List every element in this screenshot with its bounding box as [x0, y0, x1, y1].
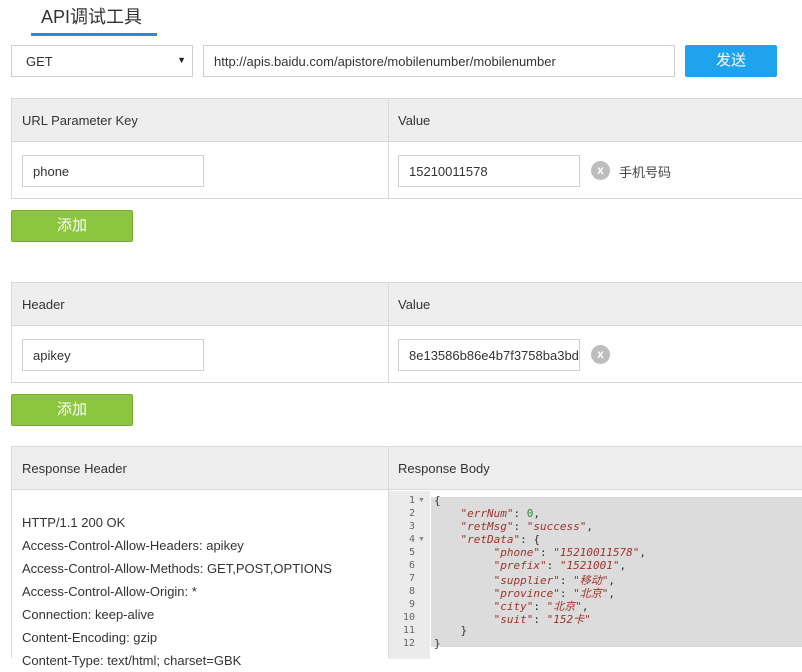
line-number: 12 — [402, 638, 415, 649]
code-token: { — [434, 494, 441, 507]
code-line: } — [434, 637, 441, 650]
response-header-line: Access-Control-Allow-Methods: GET,POST,O… — [22, 561, 332, 576]
response-header-line: Content-Encoding: gzip — [22, 630, 158, 645]
header-key-column-header: Header — [22, 297, 65, 312]
code-line: "retData": { — [460, 533, 540, 546]
code-token: } — [460, 624, 468, 637]
code-token: "phone" — [493, 546, 540, 559]
response-header-line: Connection: keep-alive — [22, 607, 155, 622]
column-divider — [388, 283, 389, 382]
line-number: 9 — [408, 599, 415, 610]
header-value-value: 8e13586b86e4b7f3758ba3bd — [409, 348, 579, 363]
code-token: } — [434, 637, 441, 650]
response-table-header: Response Header Response Body — [12, 447, 802, 490]
header-key-input[interactable]: apikey — [22, 339, 204, 371]
url-params-header: URL Parameter Key Value — [12, 99, 802, 142]
header-key-value: apikey — [33, 348, 71, 363]
tab-api-debug-tool[interactable]: API调试工具 — [31, 0, 157, 36]
response-header-line: HTTP/1.1 200 OK — [22, 515, 126, 530]
chevron-down-icon: ▼ — [177, 55, 186, 65]
clear-icon[interactable]: x — [591, 345, 610, 364]
response-header-line: Access-Control-Allow-Headers: apikey — [22, 538, 244, 553]
url-input[interactable]: http://apis.baidu.com/apistore/mobilenum… — [203, 45, 675, 77]
response-body-editor[interactable]: 1 ▼ 2 3 4 ▼ 5 6 7 8 9 10 11 12 { "errNum… — [389, 491, 802, 659]
line-number: 10 — [402, 612, 415, 623]
method-select[interactable]: GET ▼ — [11, 45, 193, 77]
param-value-input[interactable]: 15210011578 — [398, 155, 580, 187]
code-token: "retMsg" — [460, 520, 514, 533]
param-key-value: phone — [33, 164, 70, 179]
line-number: 3 — [408, 521, 415, 532]
fold-arrow-icon[interactable]: ▼ — [418, 497, 425, 504]
url-value: http://apis.baidu.com/apistore/mobilenum… — [214, 54, 556, 69]
line-number: 7 — [408, 573, 415, 584]
send-button[interactable]: 发送 — [685, 45, 777, 77]
code-token: "1521001" — [559, 559, 620, 572]
tab-label: API调试工具 — [41, 7, 143, 27]
response-body-column-header: Response Body — [398, 461, 490, 476]
param-description: 手机号码 — [619, 165, 672, 180]
code-token: { — [533, 533, 540, 546]
code-line: } — [434, 624, 468, 637]
url-params-table: URL Parameter Key Value phone 1521001157… — [11, 98, 802, 199]
param-key-input[interactable]: phone — [22, 155, 204, 187]
code-line: "prefix": "1521001", — [493, 559, 627, 572]
request-headers-table: Header Value apikey 8e13586b86e4b7f3758b… — [11, 282, 802, 383]
line-number: 11 — [402, 625, 415, 636]
line-number: 2 — [408, 508, 415, 519]
header-value-column-header: Value — [398, 297, 431, 312]
response-header-line: Access-Control-Allow-Origin: * — [22, 584, 197, 599]
line-number: 6 — [408, 560, 415, 571]
code-line: "phone": "15210011578", — [493, 546, 646, 559]
add-param-button[interactable]: 添加 — [11, 210, 133, 242]
param-value-value: 15210011578 — [409, 164, 488, 179]
response-header-column-header: Response Header — [22, 461, 127, 476]
code-token: "prefix" — [493, 559, 547, 572]
code-line: "errNum": 0, — [460, 507, 540, 520]
header-value-input[interactable]: 8e13586b86e4b7f3758ba3bd — [398, 339, 580, 371]
code-token: "success" — [526, 520, 587, 533]
code-token: "retData" — [460, 533, 521, 546]
column-divider — [388, 99, 389, 198]
method-value: GET — [26, 54, 53, 69]
add-header-button[interactable]: 添加 — [11, 394, 133, 426]
line-number: 1 — [408, 495, 415, 506]
param-key-column-header: URL Parameter Key — [22, 113, 138, 128]
param-value-column-header: Value — [398, 113, 431, 128]
response-header-list: HTTP/1.1 200 OK Access-Control-Allow-Hea… — [22, 511, 332, 672]
code-token: "errNum" — [460, 507, 514, 520]
response-header-line: Content-Type: text/html; charset=GBK — [22, 653, 242, 668]
code-token: "suit" — [493, 613, 534, 626]
response-table: Response Header Response Body HTTP/1.1 2… — [11, 446, 802, 668]
code-token: "15210011578" — [553, 546, 640, 559]
line-number-gutter: 1 ▼ 2 3 4 ▼ 5 6 7 8 9 10 11 12 — [389, 491, 430, 659]
line-number: 5 — [408, 547, 415, 558]
request-headers-header: Header Value — [12, 283, 802, 326]
line-number: 8 — [408, 586, 415, 597]
fold-arrow-icon[interactable]: ▼ — [418, 536, 425, 543]
code-line: { — [434, 494, 441, 507]
code-token: "152卡" — [546, 613, 591, 626]
code-line: "retMsg": "success", — [460, 520, 593, 533]
line-number: 4 — [408, 534, 415, 545]
clear-icon[interactable]: x — [591, 161, 610, 180]
